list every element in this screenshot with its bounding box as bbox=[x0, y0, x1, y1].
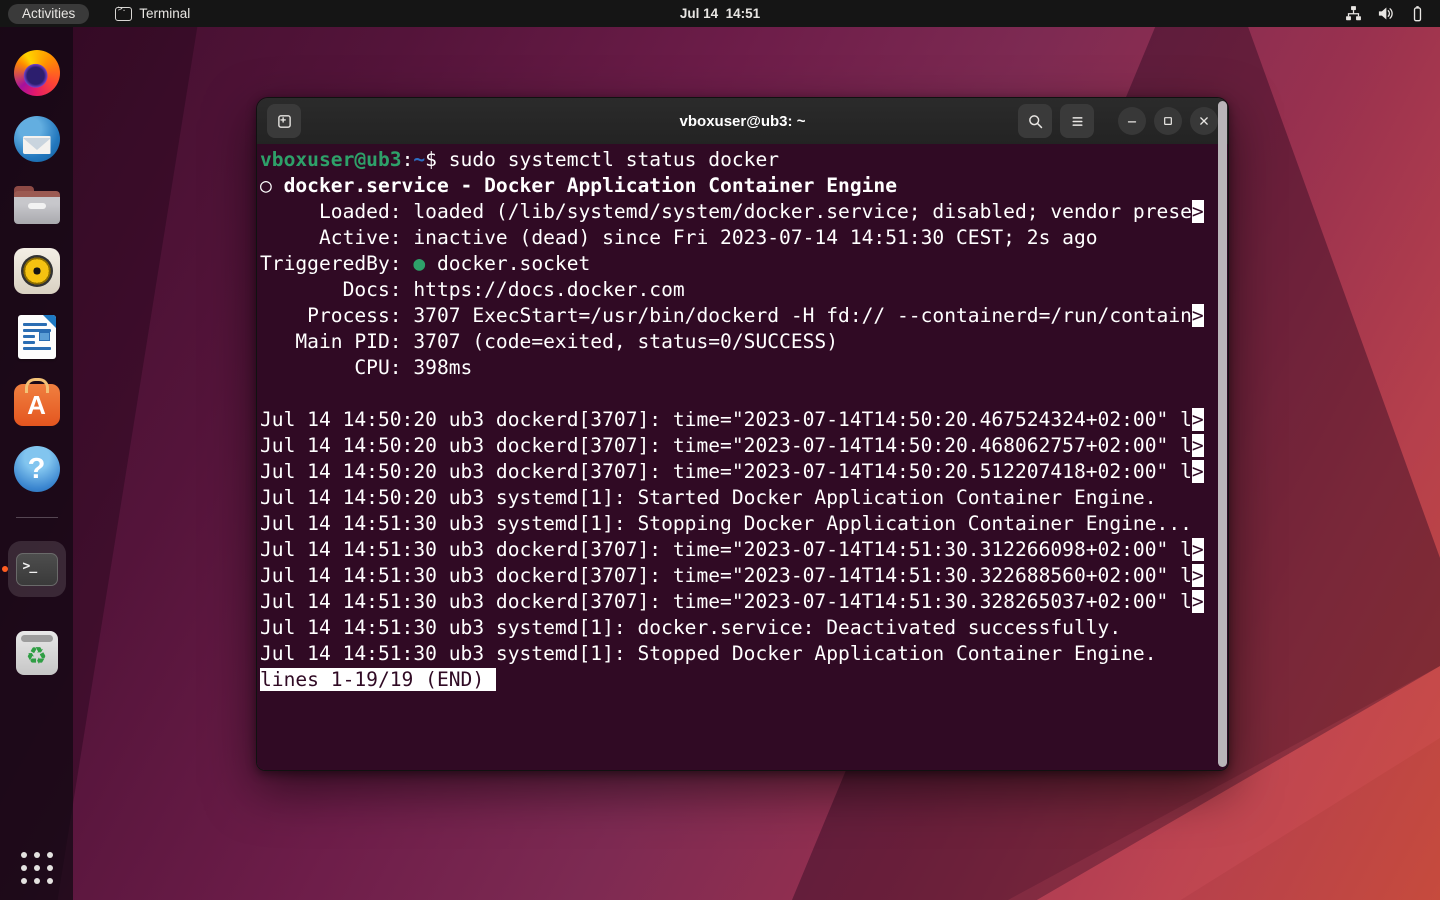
terminal-output[interactable]: vboxuser@ub3:~$ sudo systemctl status do… bbox=[257, 144, 1228, 770]
dock-item-trash[interactable]: ♻ bbox=[13, 629, 61, 677]
terminal-line: ○ docker.service - Docker Application Co… bbox=[260, 173, 1228, 199]
app-menu[interactable]: Terminal bbox=[115, 6, 190, 21]
dock-item-libreoffice-writer[interactable] bbox=[13, 313, 61, 361]
terminal-app-icon bbox=[115, 7, 132, 21]
dock-item-files[interactable] bbox=[13, 181, 61, 229]
search-button[interactable] bbox=[1018, 104, 1052, 138]
app-menu-label: Terminal bbox=[139, 6, 190, 21]
rhythmbox-icon bbox=[14, 248, 60, 294]
top-bar: Activities Terminal Jul 14 14:51 bbox=[0, 0, 1440, 27]
terminal-line: Jul 14 14:50:20 ub3 dockerd[3707]: time=… bbox=[260, 433, 1228, 459]
terminal-line: TriggeredBy: ● docker.socket bbox=[260, 251, 1228, 277]
terminal-line: Jul 14 14:51:30 ub3 dockerd[3707]: time=… bbox=[260, 589, 1228, 615]
system-tray[interactable] bbox=[1345, 5, 1426, 22]
terminal-line: Jul 14 14:51:30 ub3 dockerd[3707]: time=… bbox=[260, 537, 1228, 563]
menu-button[interactable] bbox=[1060, 104, 1094, 138]
terminal-line: Active: inactive (dead) since Fri 2023-0… bbox=[260, 225, 1228, 251]
terminal-line: Jul 14 14:51:30 ub3 systemd[1]: docker.s… bbox=[260, 615, 1228, 641]
thunderbird-icon bbox=[14, 116, 60, 162]
dock: A ? >_ ♻ bbox=[0, 27, 73, 900]
terminal-line: Jul 14 14:50:20 ub3 systemd[1]: Started … bbox=[260, 485, 1228, 511]
terminal-line: Jul 14 14:50:20 ub3 dockerd[3707]: time=… bbox=[260, 459, 1228, 485]
terminal-window: vboxuser@ub3: ~ vboxuser@ub3:~$ sudo sys… bbox=[256, 97, 1229, 771]
show-applications-button[interactable] bbox=[21, 852, 53, 884]
network-icon bbox=[1345, 5, 1362, 22]
window-title: vboxuser@ub3: ~ bbox=[680, 113, 806, 130]
terminal-line: CPU: 398ms bbox=[260, 355, 1228, 381]
trash-icon: ♻ bbox=[16, 631, 58, 675]
running-indicator-dot bbox=[2, 566, 8, 572]
dock-item-help[interactable]: ? bbox=[13, 445, 61, 493]
terminal-scrollbar[interactable] bbox=[1218, 101, 1227, 767]
terminal-line: Jul 14 14:50:20 ub3 dockerd[3707]: time=… bbox=[260, 407, 1228, 433]
minimize-button[interactable] bbox=[1118, 107, 1146, 135]
terminal-line: Process: 3707 ExecStart=/usr/bin/dockerd… bbox=[260, 303, 1228, 329]
dock-item-ubuntu-software[interactable]: A bbox=[13, 379, 61, 427]
terminal-icon: >_ bbox=[16, 553, 58, 586]
close-button[interactable] bbox=[1190, 107, 1218, 135]
terminal-line: Jul 14 14:51:30 ub3 systemd[1]: Stopped … bbox=[260, 641, 1228, 667]
files-icon bbox=[14, 186, 60, 224]
titlebar[interactable]: vboxuser@ub3: ~ bbox=[257, 98, 1228, 144]
terminal-line: Jul 14 14:51:30 ub3 systemd[1]: Stopping… bbox=[260, 511, 1228, 537]
help-icon: ? bbox=[14, 446, 60, 492]
new-tab-button[interactable] bbox=[267, 104, 301, 138]
volume-icon bbox=[1377, 5, 1394, 22]
terminal-line: Docs: https://docs.docker.com bbox=[260, 277, 1228, 303]
activities-button[interactable]: Activities bbox=[8, 4, 89, 24]
dock-item-rhythmbox[interactable] bbox=[13, 247, 61, 295]
dock-item-thunderbird[interactable] bbox=[13, 115, 61, 163]
dock-separator bbox=[16, 517, 58, 518]
terminal-line bbox=[260, 381, 1228, 407]
terminal-line: vboxuser@ub3:~$ sudo systemctl status do… bbox=[260, 147, 1228, 173]
clock[interactable]: Jul 14 14:51 bbox=[680, 6, 760, 21]
ubuntu-software-icon: A bbox=[14, 384, 60, 426]
maximize-button[interactable] bbox=[1154, 107, 1182, 135]
firefox-icon bbox=[14, 50, 60, 96]
battery-icon bbox=[1409, 5, 1426, 22]
terminal-line: Jul 14 14:51:30 ub3 dockerd[3707]: time=… bbox=[260, 563, 1228, 589]
terminal-line: lines 1-19/19 (END) bbox=[260, 667, 1228, 693]
libreoffice-writer-icon bbox=[18, 315, 56, 359]
dock-item-firefox[interactable] bbox=[13, 49, 61, 97]
terminal-line: Loaded: loaded (/lib/systemd/system/dock… bbox=[260, 199, 1228, 225]
dock-item-terminal[interactable]: >_ bbox=[8, 541, 66, 597]
terminal-line: Main PID: 3707 (code=exited, status=0/SU… bbox=[260, 329, 1228, 355]
